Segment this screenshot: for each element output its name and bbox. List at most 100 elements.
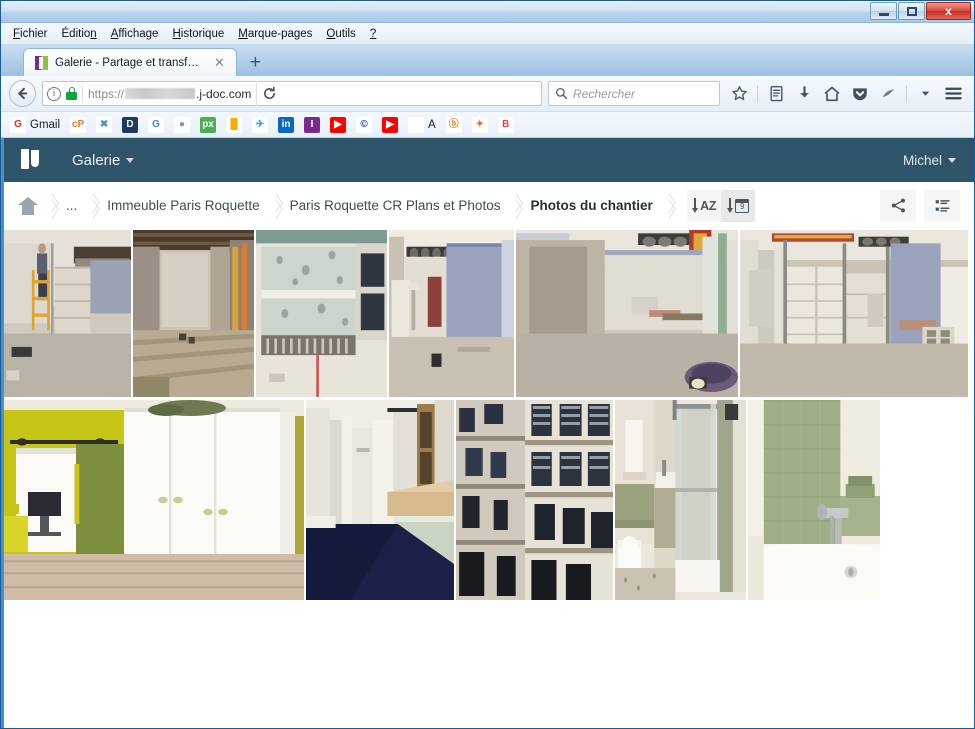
toolbar-separator [757,84,758,103]
tab-galerie[interactable]: Galerie - Partage et transfer... ✕ [23,48,237,76]
photo-stripped-room-floorboards[interactable] [133,230,254,397]
menu-affichage[interactable]: Affichage [105,26,165,42]
orange-b-favicon-icon: ⓑ [445,116,462,133]
photo-open-plan-ducts[interactable] [516,230,738,397]
bookmark-google[interactable]: G [145,116,167,134]
downloads-icon[interactable] [791,80,817,108]
breadcrumb: ... Immeuble Paris Roquette Paris Roquet… [18,189,681,223]
minimize-button[interactable] [870,2,897,20]
breadcrumb-item-ellipsis[interactable]: ... [64,198,79,213]
bookmark-youtube2[interactable]: ▶ [379,116,401,134]
url-bar[interactable]: i https:// .j-doc.com [42,81,542,106]
bookmark-pixabay[interactable]: px [197,116,219,134]
bookmark-copyright[interactable]: © [353,116,375,134]
back-button[interactable] [9,80,36,107]
orange-star-favicon-icon: ✦ [471,116,488,133]
photo-plasterboard-stacks-render [740,230,968,397]
bookmark-joomla[interactable]: ✖ [93,116,115,134]
tab-close-icon[interactable]: ✕ [212,55,227,71]
gallery-nav-label: Galerie [72,151,121,169]
overflow-chevron-icon[interactable] [912,80,938,108]
gallery-nav-dropdown[interactable]: Galerie [72,151,135,169]
window-titlebar: x [1,1,974,23]
list-view-button[interactable] [924,189,960,222]
user-menu-label: Michel [902,152,942,168]
tab-title: Galerie - Partage et transfer... [55,56,205,69]
photo-yellow-room-wardrobe[interactable] [4,400,304,600]
window-controls: x [870,2,971,20]
bookmark-letter-a[interactable]: A [405,116,439,134]
breadcrumb-chevron [38,189,64,223]
pocket-icon[interactable] [847,80,873,108]
photo-bathroom-shower-cabin[interactable] [615,400,746,600]
sort-by-date-button[interactable]: 9 [720,189,755,222]
photo-yellow-room-wardrobe-render [4,400,304,600]
bookmark-star-icon[interactable] [726,80,752,108]
photo-blue-partition-corridor-render [389,230,514,397]
menu-historique[interactable]: Historique [166,26,230,42]
menu-marque-pages[interactable]: Marque-pages [232,26,318,42]
library-icon[interactable] [763,80,789,108]
photo-worker-ladder-partition[interactable] [4,230,131,397]
bookmark-youtube[interactable]: ▶ [327,116,349,134]
close-button[interactable]: x [926,2,971,20]
menu-fichier-rest: ichier [20,27,48,40]
toolbar-icons [726,80,966,108]
share-button[interactable] [880,189,916,222]
cpanel-favicon-icon: cP [70,116,87,133]
jdoc-logo-icon[interactable] [18,146,44,173]
bookmark-twitter[interactable]: ✈ [249,116,271,134]
photo-paris-facade-windows[interactable] [456,400,613,600]
menu-outils[interactable]: Outils [320,26,361,42]
youtube-favicon-icon: ▶ [330,116,347,133]
home-icon[interactable] [819,80,845,108]
padlock-secure-icon [66,87,77,100]
breadcrumb-toolbar: ... Immeuble Paris Roquette Paris Roquet… [4,182,974,230]
page-content: Galerie Michel ... Immeuble Paris Roquet… [1,138,974,728]
bookmark-cloud[interactable]: ● [171,116,193,134]
photo-blue-partition-corridor[interactable] [389,230,514,397]
chevron-down-icon [126,157,135,163]
extension-icon[interactable] [875,80,901,108]
sort-alphabetical-button[interactable]: AZ [686,189,721,222]
bookmark-red-b[interactable]: Β [495,116,517,134]
reload-button[interactable] [256,81,282,106]
menu-fichier[interactable]: Fichier [7,26,54,42]
photo-hallway-blue-carpet[interactable] [306,400,454,600]
navigation-toolbar: i https:// .j-doc.com Rechercher [1,76,974,112]
bookmark-orange-star[interactable]: ✦ [469,116,491,134]
search-input[interactable]: Rechercher [548,81,720,106]
gallery-row [4,400,974,600]
url-redacted-host [125,88,196,99]
jdoc-favicon-icon [35,55,48,70]
sort-alpha-label: AZ [700,198,717,213]
reload-icon [264,86,276,99]
menu-edition[interactable]: Édition [56,26,103,42]
bookmark-orange-b[interactable]: ⓑ [443,116,465,134]
breadcrumb-item-immeuble[interactable]: Immeuble Paris Roquette [105,198,261,213]
red-b-favicon-icon: Β [497,116,514,133]
breadcrumb-chevron [79,189,105,223]
bookmark-analytics[interactable]: █ [223,116,245,134]
bookmark-cpanel[interactable]: cP [67,116,89,134]
bookmark-jdoc[interactable]: I [301,116,323,134]
bookmark-dashboard[interactable]: D [119,116,141,134]
bookmark-gmail[interactable]: G Gmail [7,116,63,134]
action-button-group [880,189,960,222]
breadcrumb-item-cr-plans[interactable]: Paris Roquette CR Plans et Photos [288,198,503,213]
photo-plasterboard-stacks[interactable] [740,230,968,397]
photo-green-tiled-bathtub[interactable] [748,400,880,600]
photo-built-in-bed-alcove[interactable] [256,230,387,397]
list-view-icon [935,200,950,212]
bookmark-linkedin[interactable]: in [275,116,297,134]
back-arrow-icon [18,87,28,100]
menu-hamburger-icon[interactable] [940,80,966,108]
new-tab-button[interactable]: + [237,53,274,76]
maximize-button[interactable] [898,2,925,20]
bookmark-label: Gmail [30,118,61,131]
photo-gallery [4,230,974,600]
user-menu[interactable]: Michel [903,153,956,168]
menu-help[interactable]: ? [364,26,382,42]
breadcrumb-home-icon[interactable] [18,196,38,215]
site-identity-icon[interactable]: i [47,86,61,101]
